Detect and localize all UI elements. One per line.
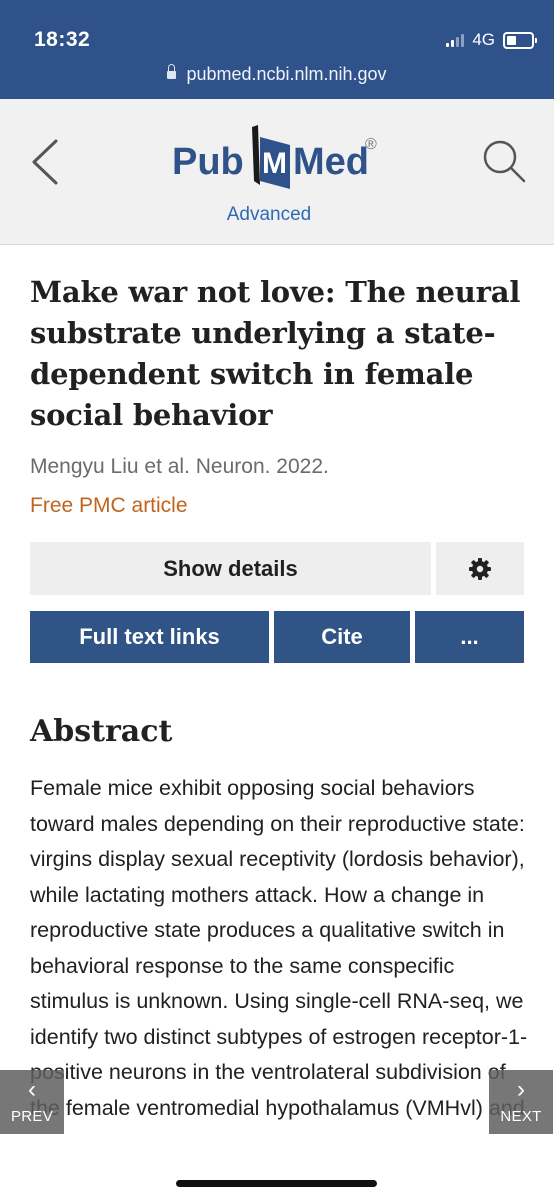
abstract-heading: Abstract bbox=[30, 714, 173, 749]
article-citation[interactable]: Mengyu Liu et al. Neuron. 2022. bbox=[30, 455, 329, 479]
back-icon[interactable] bbox=[28, 137, 62, 187]
url-bar[interactable]: pubmed.ncbi.nlm.nih.gov bbox=[0, 64, 554, 85]
prev-label: PREV bbox=[10, 1108, 54, 1125]
next-button[interactable]: › NEXT bbox=[489, 1070, 553, 1134]
battery-icon bbox=[503, 31, 537, 49]
home-indicator[interactable] bbox=[176, 1180, 377, 1187]
network-type: 4G bbox=[472, 30, 495, 49]
url-text: pubmed.ncbi.nlm.nih.gov bbox=[186, 64, 387, 84]
abstract-text: Female mice exhibit opposing social beha… bbox=[30, 776, 528, 1120]
pubmed-logo[interactable]: Pub Med M ® bbox=[172, 119, 382, 195]
search-icon[interactable] bbox=[480, 137, 528, 185]
logo-med: Med bbox=[293, 141, 369, 183]
logo-registered: ® bbox=[365, 136, 377, 153]
chevron-right-icon: › bbox=[517, 1076, 525, 1103]
prev-button[interactable]: ‹ PREV bbox=[0, 1070, 64, 1134]
signal-icon bbox=[446, 33, 465, 47]
display-options-button[interactable] bbox=[436, 542, 524, 595]
status-indicators: 4G bbox=[446, 30, 537, 50]
site-header: Pub Med M ® Advanced bbox=[0, 99, 554, 245]
logo-pub: Pub bbox=[172, 141, 244, 183]
lock-icon bbox=[167, 64, 177, 79]
chevron-left-icon: ‹ bbox=[28, 1076, 36, 1103]
status-time: 18:32 bbox=[34, 28, 91, 51]
cite-button[interactable]: Cite bbox=[274, 611, 410, 663]
advanced-search-link[interactable]: Advanced bbox=[0, 204, 538, 226]
show-details-button[interactable]: Show details bbox=[30, 542, 431, 595]
svg-text:M: M bbox=[262, 147, 287, 180]
more-actions-button[interactable]: ... bbox=[415, 611, 524, 663]
browser-top-bar: 18:32 4G pubmed.ncbi.nlm.nih.gov bbox=[0, 0, 554, 99]
full-text-links-button[interactable]: Full text links bbox=[30, 611, 269, 663]
free-pmc-label: Free PMC article bbox=[30, 494, 188, 517]
next-label: NEXT bbox=[500, 1108, 542, 1125]
gear-icon bbox=[469, 557, 491, 580]
article-title: Make war not love: The neural substrate … bbox=[30, 275, 521, 432]
